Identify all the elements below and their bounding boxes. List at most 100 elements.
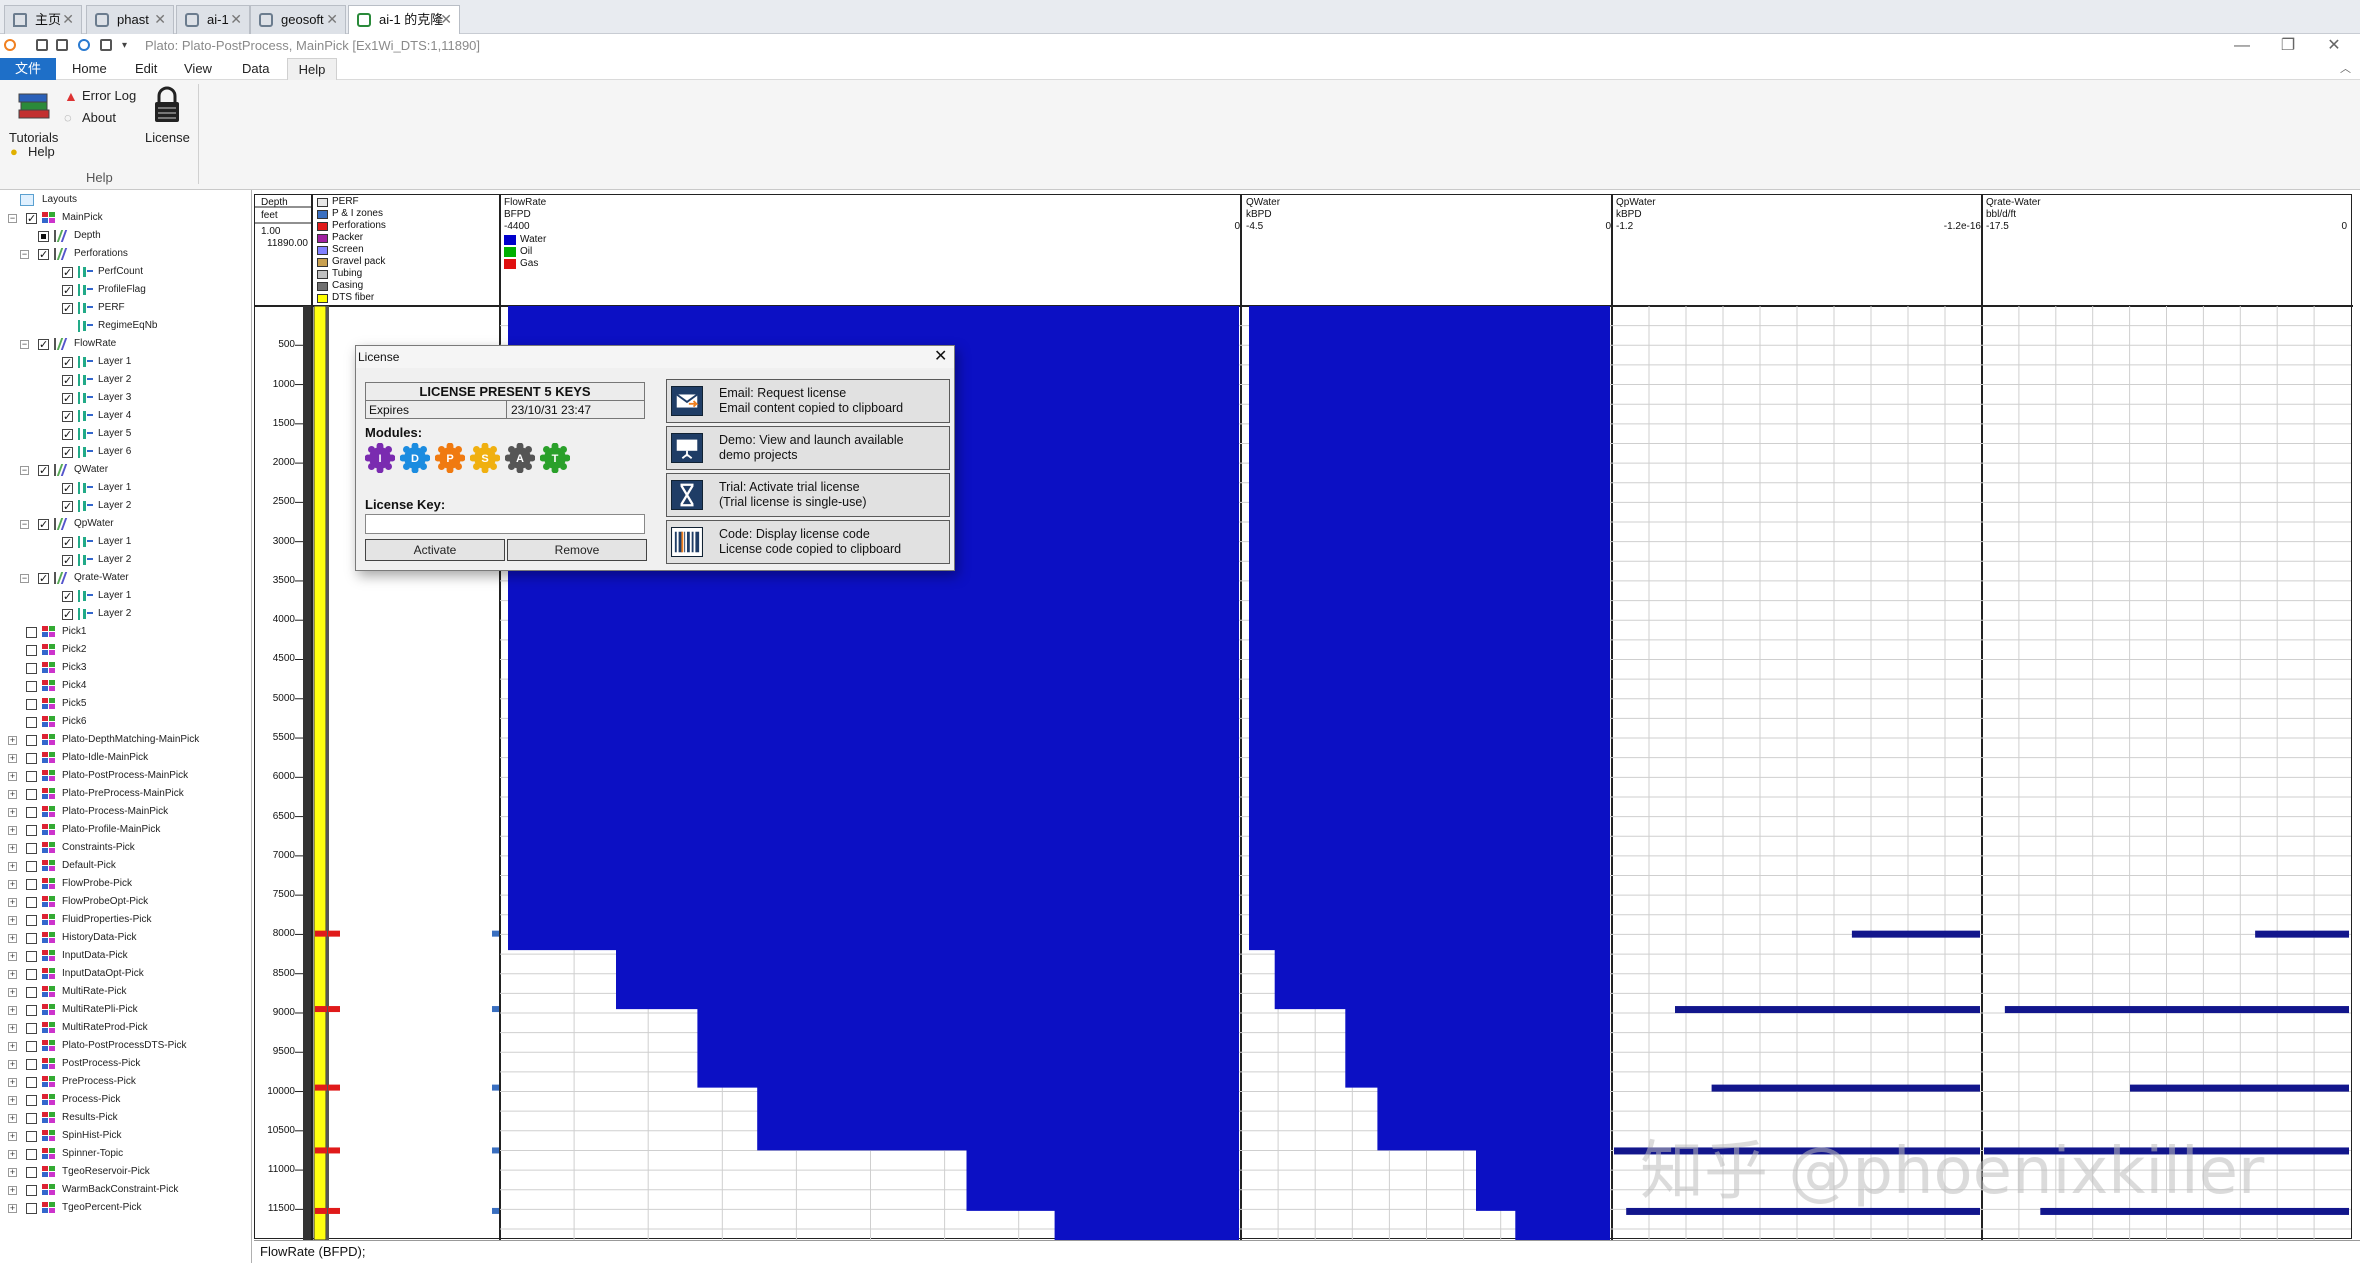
tree-item-checkbox[interactable] <box>26 915 37 926</box>
tree-item[interactable]: + TgeoPercent-Pick <box>0 1199 250 1217</box>
tree-item[interactable]: + HistoryData-Pick <box>0 929 250 947</box>
minimize-icon[interactable]: — <box>2222 34 2262 58</box>
email-request-button[interactable]: Email: Request license Email content copi… <box>666 379 950 423</box>
menu-edit[interactable]: Edit <box>125 58 167 80</box>
tree-item[interactable]: + Process-Pick <box>0 1091 250 1109</box>
expand-icon[interactable]: + <box>8 790 17 799</box>
tree-item[interactable]: Layer 6 <box>0 443 250 462</box>
tree-item-checkbox[interactable] <box>62 534 73 552</box>
tree-item[interactable]: Pick4 <box>0 677 250 695</box>
tree-item[interactable]: Pick3 <box>0 659 250 677</box>
tree-item[interactable]: + Plato-Process-MainPick <box>0 803 250 821</box>
browser-tab-geosoft[interactable]: geosoft ✕ <box>250 5 346 34</box>
expand-icon[interactable]: + <box>8 844 17 853</box>
expand-icon[interactable]: + <box>8 1006 17 1015</box>
tree-item[interactable]: + Constraints-Pick <box>0 839 250 857</box>
expand-icon[interactable]: + <box>8 736 17 745</box>
tree-item-checkbox[interactable] <box>26 1023 37 1034</box>
tree-item[interactable]: Layer 4 <box>0 407 250 426</box>
tree-item-checkbox[interactable] <box>26 1005 37 1016</box>
chevron-down-icon[interactable]: ▾ <box>122 34 127 58</box>
tree-item[interactable]: + FlowProbe-Pick <box>0 875 250 893</box>
collapse-icon[interactable]: − <box>20 520 29 529</box>
tree-item[interactable]: + PostProcess-Pick <box>0 1055 250 1073</box>
tree-item[interactable]: + Plato-Profile-MainPick <box>0 821 250 839</box>
tree-item[interactable]: + WarmBackConstraint-Pick <box>0 1181 250 1199</box>
tree-item[interactable]: + MultiRatePli-Pick <box>0 1001 250 1019</box>
close-icon[interactable]: ✕ <box>934 346 947 366</box>
trial-button[interactable]: Trial: Activate trial license (Trial lice… <box>666 473 950 517</box>
tree-item-checkbox[interactable] <box>62 300 73 318</box>
tree-item[interactable]: Layer 2 <box>0 551 250 570</box>
collapse-icon[interactable]: − <box>20 340 29 349</box>
activate-button[interactable]: Activate <box>365 539 505 561</box>
tree-item-checkbox[interactable] <box>26 843 37 854</box>
collapse-icon[interactable]: − <box>20 574 29 583</box>
tree-item-checkbox[interactable] <box>26 951 37 962</box>
collapse-icon[interactable]: − <box>20 466 29 475</box>
tree-item-checkbox[interactable] <box>62 480 73 498</box>
tree-item[interactable]: Layer 1 <box>0 587 250 606</box>
expand-icon[interactable]: + <box>8 862 17 871</box>
tree-item[interactable]: Pick6 <box>0 713 250 731</box>
tutorials-button[interactable]: Tutorials <box>6 86 62 145</box>
tree-item-checkbox[interactable] <box>38 246 49 264</box>
close-icon[interactable]: ✕ <box>62 6 74 33</box>
tree-item[interactable]: + MultiRate-Pick <box>0 983 250 1001</box>
tree-item-checkbox[interactable] <box>62 354 73 372</box>
license-key-input[interactable] <box>365 514 645 534</box>
tree-item-checkbox[interactable] <box>26 1095 37 1106</box>
tree-item-checkbox[interactable] <box>26 879 37 890</box>
tree-item[interactable]: + Plato-PostProcess-MainPick <box>0 767 250 785</box>
camera-icon[interactable] <box>56 39 68 51</box>
tree-item-checkbox[interactable] <box>38 462 49 480</box>
browser-tab-phast[interactable]: phast ✕ <box>86 5 174 34</box>
browser-tab-home[interactable]: 主页 ✕ <box>4 5 82 34</box>
expand-icon[interactable]: + <box>8 952 17 961</box>
tree-item-checkbox[interactable] <box>26 987 37 998</box>
remove-button[interactable]: Remove <box>507 539 647 561</box>
expand-icon[interactable]: + <box>8 1096 17 1105</box>
menu-home[interactable]: Home <box>62 58 117 80</box>
tree-item[interactable]: − Qrate-Water <box>0 569 250 588</box>
tree-item-checkbox[interactable] <box>26 933 37 944</box>
menu-file[interactable]: 文件 <box>0 58 56 80</box>
expand-icon[interactable]: + <box>8 1186 17 1195</box>
tree-item[interactable]: − QpWater <box>0 515 250 534</box>
tree-item[interactable]: Layer 5 <box>0 425 250 444</box>
close-icon[interactable]: ✕ <box>2314 34 2354 58</box>
tree-item[interactable]: + Plato-Idle-MainPick <box>0 749 250 767</box>
tree-item-checkbox[interactable] <box>26 861 37 872</box>
expand-icon[interactable]: + <box>8 1024 17 1033</box>
expand-icon[interactable]: + <box>8 1042 17 1051</box>
tree-item-checkbox[interactable] <box>38 516 49 534</box>
tree-item-checkbox[interactable] <box>26 645 37 656</box>
tree-item-checkbox[interactable] <box>38 336 49 354</box>
tree-item-checkbox[interactable] <box>62 606 73 624</box>
expand-icon[interactable]: + <box>8 826 17 835</box>
restore-icon[interactable]: ❐ <box>2268 34 2308 58</box>
chevron-up-icon[interactable]: ︿ <box>2340 58 2351 80</box>
close-icon[interactable]: ✕ <box>154 6 166 33</box>
expand-icon[interactable]: + <box>8 754 17 763</box>
expand-icon[interactable]: + <box>8 772 17 781</box>
tree-item[interactable]: Layer 3 <box>0 389 250 408</box>
tree-item-checkbox[interactable] <box>62 390 73 408</box>
tree-item-checkbox[interactable] <box>26 1131 37 1142</box>
tree-item-checkbox[interactable] <box>26 1059 37 1070</box>
collapse-icon[interactable]: − <box>20 250 29 259</box>
tree-item[interactable]: PerfCount <box>0 263 250 282</box>
tree-item[interactable]: Layer 2 <box>0 605 250 624</box>
tree-item-checkbox[interactable] <box>26 210 37 228</box>
tree-item[interactable]: RegimeEqNb <box>0 317 250 335</box>
tree-item-checkbox[interactable] <box>26 1203 37 1214</box>
tree-item[interactable]: + TgeoReservoir-Pick <box>0 1163 250 1181</box>
browser-tab-ai1-clone[interactable]: ai-1 的克隆 ✕ <box>348 5 460 35</box>
tree-item-checkbox[interactable] <box>26 1185 37 1196</box>
tree-item[interactable]: − FlowRate <box>0 335 250 354</box>
close-icon[interactable]: ✕ <box>230 6 242 33</box>
tree-item-checkbox[interactable] <box>26 825 37 836</box>
about-button[interactable]: ◌ About <box>64 110 144 128</box>
tree-item-checkbox[interactable] <box>62 552 73 570</box>
expand-icon[interactable]: + <box>8 1060 17 1069</box>
